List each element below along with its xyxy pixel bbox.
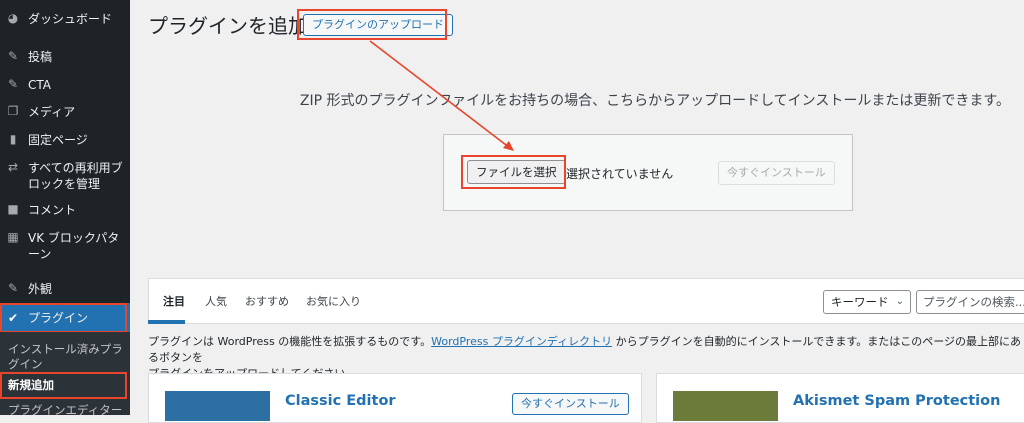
current-menu-arrow [130, 315, 136, 327]
reusable-block-icon: ⇄ [7, 160, 19, 174]
pushpin-icon: ✎ [7, 77, 19, 91]
menu-label: CTA [28, 78, 51, 92]
tab-favorites[interactable]: お気に入り [306, 293, 361, 309]
page-icon: ▮ [9, 132, 17, 146]
current-tab-indicator [148, 320, 185, 324]
select-value: キーワード [831, 295, 889, 309]
comment-icon: ■ [7, 202, 19, 216]
menu-label: メディア [28, 105, 76, 119]
menu-label: コメント [28, 203, 77, 217]
menu-label: VK ブロックパターン [28, 231, 120, 261]
menu-label: ダッシュボード [28, 12, 113, 26]
plugin-thumbnail [165, 391, 270, 421]
appearance-icon: ✎ [7, 281, 19, 295]
page-title: プラグインを追加 [148, 14, 308, 38]
annotation-box-plugins [0, 303, 127, 333]
help-text-pre: プラグインは WordPress の機能性を拡張するものです。 [148, 335, 432, 348]
pushpin-icon: ✎ [7, 49, 19, 63]
menu-label: すべての再利用ブロックを管理 [28, 161, 123, 191]
annotation-box-choose-file [461, 155, 566, 189]
menu-label: 固定ページ [28, 133, 88, 147]
plugin-name[interactable]: Classic Editor [285, 393, 396, 409]
dashboard-icon: ◕ [7, 11, 19, 25]
annotation-box-upload [297, 9, 447, 40]
tab-recommended[interactable]: おすすめ [245, 293, 289, 309]
submenu-plugin-editor[interactable]: プラグインエディター [8, 403, 128, 418]
plugin-thumbnail [673, 391, 778, 421]
plugin-search-input[interactable] [916, 290, 1024, 314]
grid-icon: ▦ [7, 230, 19, 244]
media-icon: ❐ [7, 104, 19, 118]
admin-sidebar: ◕ ダッシュボード ✎ 投稿 ✎ CTA ❐ メディア ▮ 固定ページ ⇄ すべ… [0, 0, 136, 418]
no-file-label: 選択されていません [566, 167, 674, 181]
annotation-box-add-new [0, 372, 127, 399]
submenu-installed-plugins[interactable]: インストール済みプラグイン [8, 342, 128, 372]
tab-featured[interactable]: 注目 [163, 293, 185, 309]
menu-label: 投稿 [28, 50, 53, 64]
plugin-directory-link[interactable]: WordPress プラグインディレクトリ [431, 335, 612, 348]
install-now-button[interactable]: 今すぐインストール [718, 161, 835, 185]
menu-label: 外観 [28, 282, 53, 296]
chevron-down-icon: ⌄ [895, 296, 904, 307]
upload-description: ZIP 形式のプラグインファイルをお持ちの場合、こちらからアップロードしてインス… [299, 93, 1010, 109]
search-type-select[interactable]: キーワード ⌄ [823, 290, 911, 314]
plugin-name[interactable]: Akismet Spam Protection [793, 393, 1000, 409]
install-plugin-button[interactable]: 今すぐインストール [512, 393, 629, 415]
tab-popular[interactable]: 人気 [205, 293, 227, 309]
